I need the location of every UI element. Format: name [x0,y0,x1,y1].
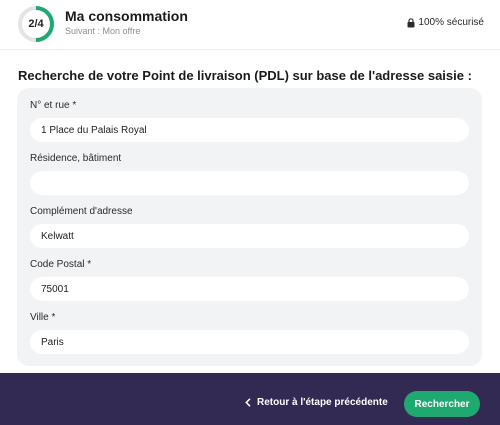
city-input[interactable] [30,330,469,354]
step-title: Ma consommation [65,8,188,24]
street-input[interactable] [30,118,469,142]
secure-label: 100% sécurisé [418,17,484,28]
residence-label: Résidence, bâtiment [30,153,122,164]
secure-badge: 100% sécurisé [407,17,484,28]
lock-icon [407,17,415,27]
address-complement-input[interactable] [30,224,469,248]
header: 2/4 Ma consommation Suivant : Mon offre … [0,0,500,50]
street-label: N° et rue * [30,100,77,111]
footer-bar: Retour à l'étape précédente Rechercher [0,373,500,425]
form-title: Recherche de votre Point de livraison (P… [18,68,472,83]
next-step-subtitle: Suivant : Mon offre [65,26,141,36]
search-button[interactable]: Rechercher [404,391,480,417]
step-progress-label: 2/4 [28,18,44,30]
step-progress-ring: 2/4 [17,5,55,43]
postal-code-label: Code Postal * [30,259,92,270]
postal-code-input[interactable] [30,277,469,301]
city-label: Ville * [30,312,56,323]
residence-input[interactable] [30,171,469,195]
address-complement-label: Complément d'adresse [30,206,133,217]
back-label: Retour à l'étape précédente [257,397,388,408]
back-button[interactable]: Retour à l'étape précédente [245,397,388,408]
chevron-left-icon [245,398,251,407]
